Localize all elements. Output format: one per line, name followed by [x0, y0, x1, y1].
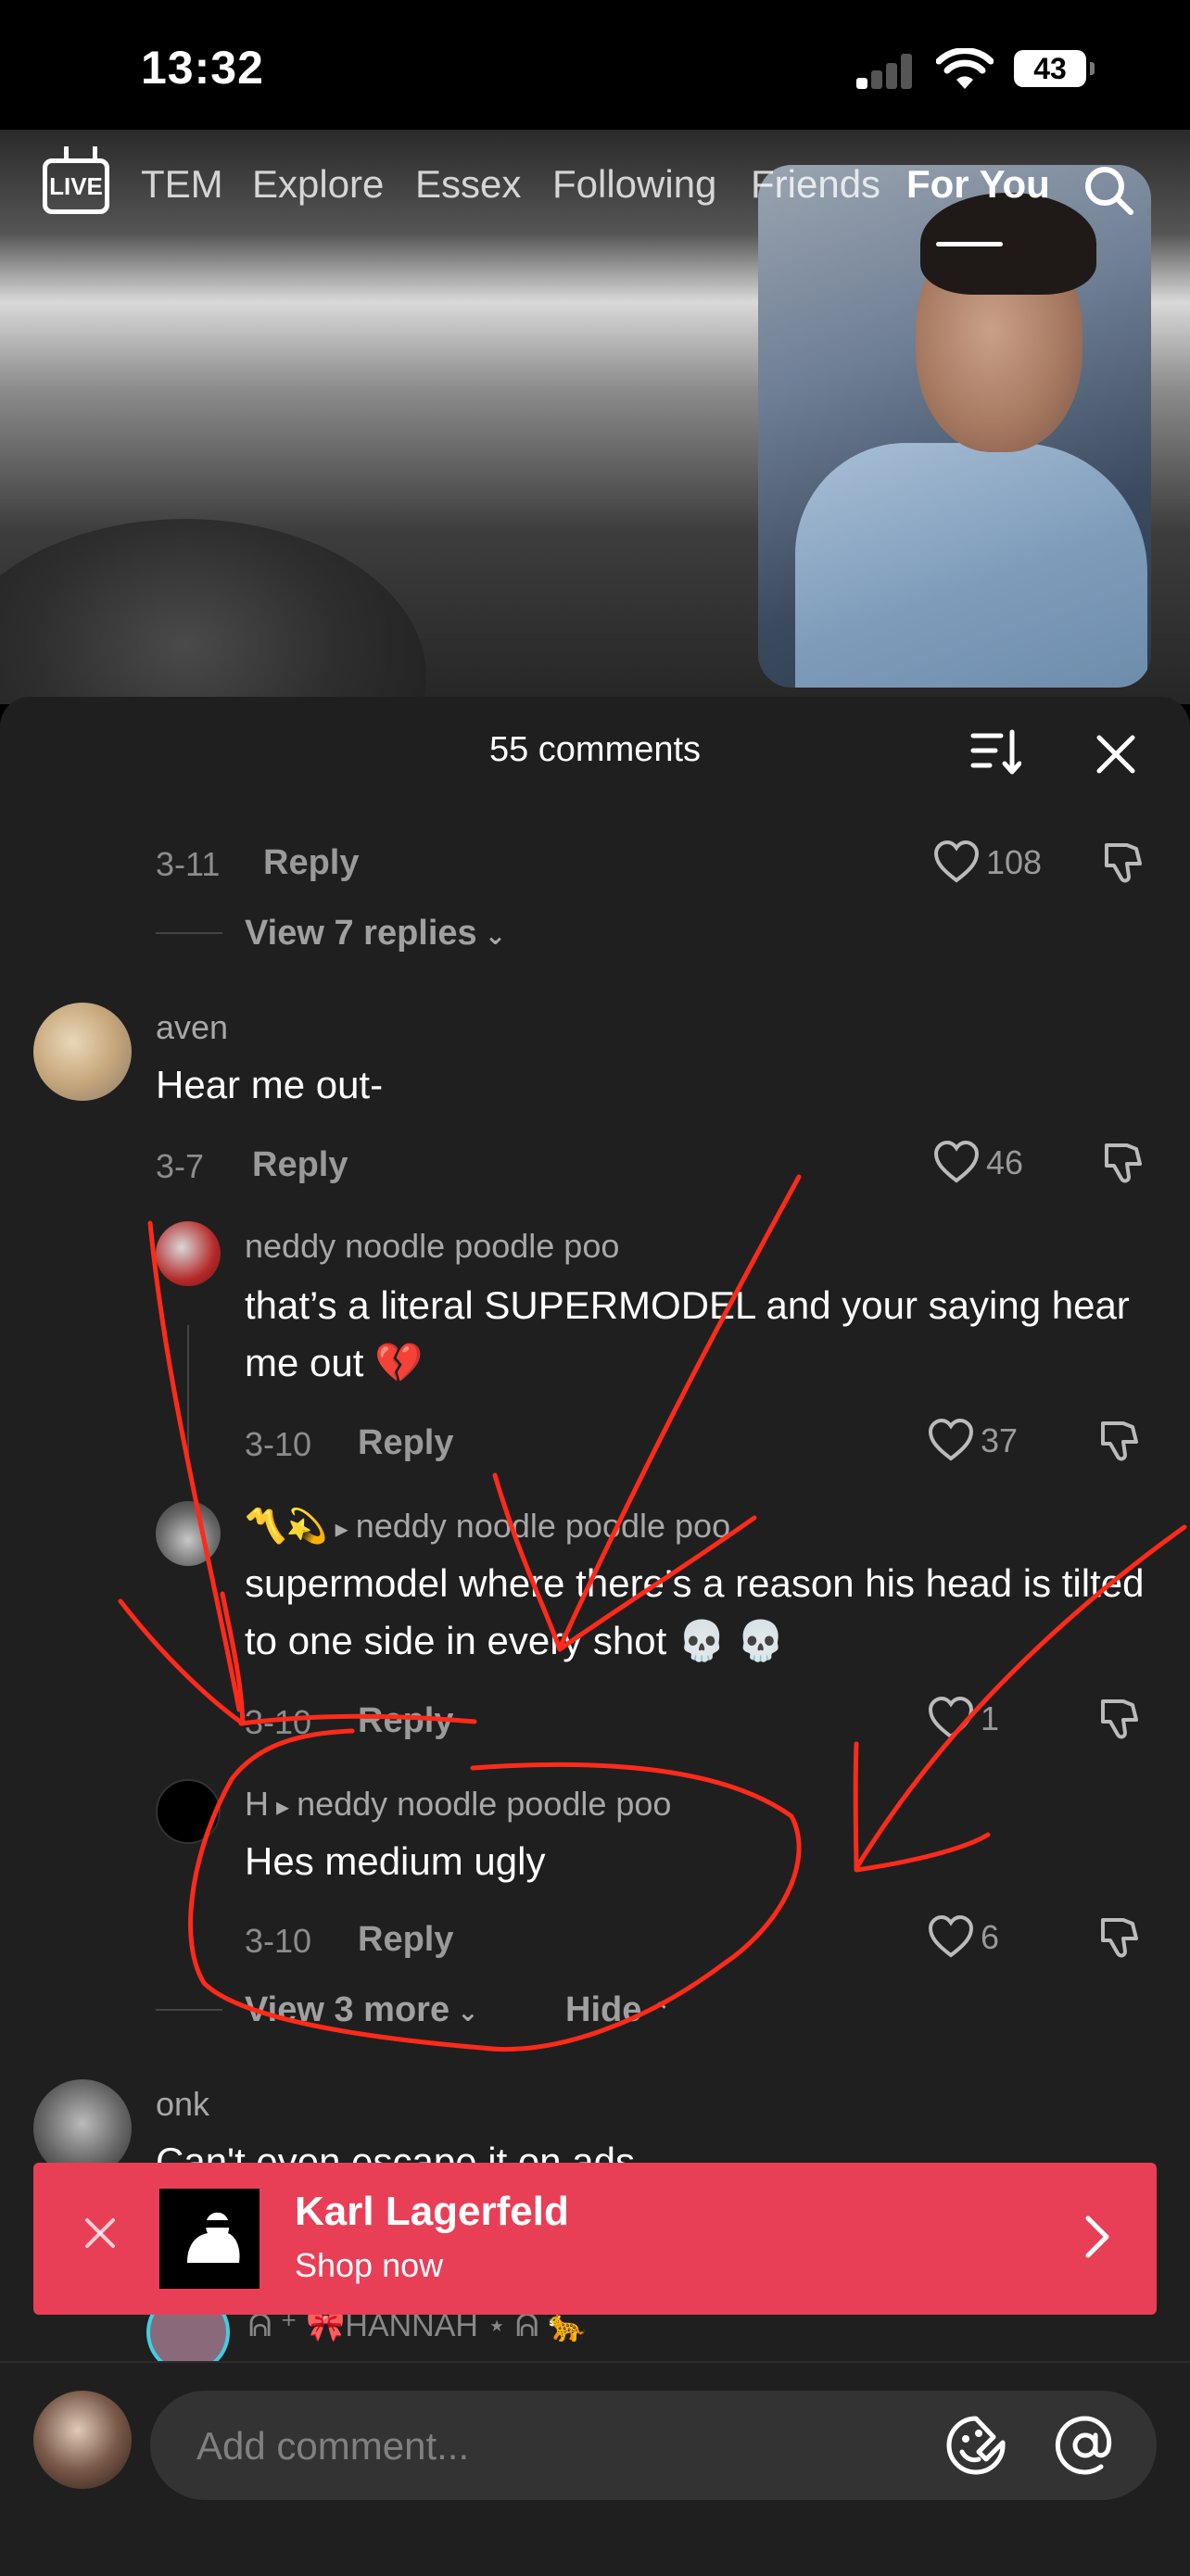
- reply-arrow-icon: ▸: [335, 1514, 348, 1543]
- tab-for-you[interactable]: For You: [906, 162, 1050, 207]
- top-nav: LIVE TEM Explore Essex Following Friends…: [0, 153, 1190, 246]
- dislike-icon[interactable]: [1095, 1418, 1142, 1464]
- comment-text: Can't even escape it on ads: [156, 2140, 636, 2165]
- close-icon[interactable]: [82, 2215, 119, 2252]
- my-avatar[interactable]: [33, 2391, 132, 2489]
- active-tab-indicator: [936, 242, 1003, 246]
- dislike-icon[interactable]: [1095, 1696, 1142, 1742]
- dislike-icon[interactable]: [1099, 840, 1146, 886]
- video-subject: [0, 519, 426, 704]
- reply-username[interactable]: H: [245, 1785, 269, 1823]
- like-count: 46: [986, 1143, 1024, 1181]
- heart-icon: [933, 1140, 980, 1183]
- chevron-up-icon: ⌃: [649, 1998, 671, 2027]
- close-icon[interactable]: [1094, 732, 1138, 777]
- heart-icon: [933, 840, 980, 883]
- comment-text: Hear me out-: [156, 1063, 384, 1106]
- comment-input-bar: Add comment...: [0, 2361, 1190, 2576]
- comment-time: 3-11: [156, 845, 221, 883]
- avatar[interactable]: [156, 1221, 221, 1286]
- reply-arrow-icon: ▸: [276, 1792, 290, 1821]
- ad-banner[interactable]: Karl Lagerfeld Shop now: [33, 2163, 1157, 2315]
- tab-tem[interactable]: TEM: [141, 162, 223, 207]
- signal-icon: [856, 52, 921, 89]
- chevron-down-icon: ⌄: [484, 921, 507, 950]
- tab-essex[interactable]: Essex: [415, 162, 521, 207]
- sort-icon[interactable]: [969, 728, 1021, 777]
- reply-time: 3-10: [245, 1425, 312, 1463]
- dislike-icon[interactable]: [1099, 1140, 1146, 1186]
- comment-username[interactable]: aven: [156, 1008, 228, 1047]
- like-button[interactable]: 1: [927, 1696, 1038, 1742]
- reply-text: Hes medium ugly: [245, 1839, 546, 1883]
- tab-following[interactable]: Following: [552, 162, 716, 207]
- wifi-icon: [936, 48, 994, 89]
- thread-line: [187, 1325, 189, 1464]
- comment-username[interactable]: onk: [156, 2085, 209, 2124]
- like-count: 1: [981, 1699, 1000, 1737]
- reply-user-line: 〽️💫 ▸ neddy noodle poodle poo: [245, 1507, 730, 1546]
- chevron-right-icon[interactable]: [1075, 2209, 1120, 2265]
- like-count: 108: [986, 843, 1043, 881]
- live-icon[interactable]: LIVE: [43, 158, 109, 214]
- reply-button[interactable]: Reply: [358, 1701, 453, 1741]
- reply-button[interactable]: Reply: [358, 1920, 453, 1960]
- like-button[interactable]: 6: [927, 1914, 1038, 1961]
- reply-user-line: H ▸ neddy noodle poodle poo: [245, 1785, 671, 1824]
- reply-time: 3-10: [245, 1703, 312, 1741]
- reply-button[interactable]: Reply: [263, 843, 359, 883]
- reply-button[interactable]: Reply: [252, 1145, 348, 1185]
- chevron-down-icon: ⌄: [457, 1998, 479, 2027]
- comment-time: 3-7: [156, 1147, 205, 1185]
- tab-explore[interactable]: Explore: [252, 162, 384, 207]
- heart-icon: [928, 1418, 974, 1461]
- view-replies-button[interactable]: View 7 replies ⌄: [245, 914, 513, 953]
- emoji-icon[interactable]: [945, 2415, 1006, 2476]
- status-bar: 13:32 43: [0, 0, 1190, 130]
- search-icon[interactable]: [1082, 164, 1134, 216]
- karl-silhouette-icon: [187, 2212, 240, 2263]
- comment-input-placeholder: Add comment...: [196, 2424, 470, 2468]
- like-count: 6: [981, 1918, 1000, 1956]
- heart-icon: [928, 1696, 974, 1739]
- at-icon[interactable]: [1055, 2415, 1116, 2476]
- reply-username[interactable]: 〽️💫: [245, 1507, 328, 1545]
- comment-input[interactable]: Add comment...: [150, 2391, 1157, 2500]
- reply-text: that’s a literal SUPERMODEL and your say…: [245, 1283, 1130, 1384]
- avatar[interactable]: [156, 1501, 221, 1566]
- reply-username[interactable]: neddy noodle poodle poo: [245, 1227, 619, 1266]
- reply-to-username[interactable]: neddy noodle poodle poo: [297, 1785, 671, 1823]
- tab-friends[interactable]: Friends: [751, 162, 880, 207]
- heart-icon: [928, 1914, 974, 1958]
- like-count: 37: [981, 1421, 1019, 1459]
- like-button[interactable]: 46: [932, 1140, 1062, 1186]
- replies-divider: [156, 2009, 222, 2011]
- status-time: 13:32: [141, 42, 264, 94]
- reply-text: supermodel where there’s a reason his he…: [245, 1561, 1145, 1662]
- battery-indicator: 43: [1014, 50, 1095, 87]
- ad-cta[interactable]: Shop now: [295, 2246, 443, 2285]
- replies-divider: [156, 932, 222, 934]
- brand-logo[interactable]: [159, 2189, 260, 2289]
- dislike-icon[interactable]: [1095, 1914, 1142, 1961]
- like-button[interactable]: 108: [932, 840, 1062, 886]
- reply-to-username[interactable]: neddy noodle poodle poo: [356, 1507, 730, 1545]
- avatar[interactable]: [156, 1779, 221, 1844]
- ad-brand-name: Karl Lagerfeld: [295, 2189, 569, 2234]
- avatar[interactable]: [33, 1003, 132, 1101]
- reply-time: 3-10: [245, 1922, 312, 1960]
- view-more-button[interactable]: View 3 more ⌄: [245, 1990, 487, 2030]
- hide-replies-button[interactable]: Hide ⌃: [565, 1990, 678, 2030]
- reply-button[interactable]: Reply: [358, 1423, 453, 1463]
- like-button[interactable]: 37: [927, 1418, 1038, 1464]
